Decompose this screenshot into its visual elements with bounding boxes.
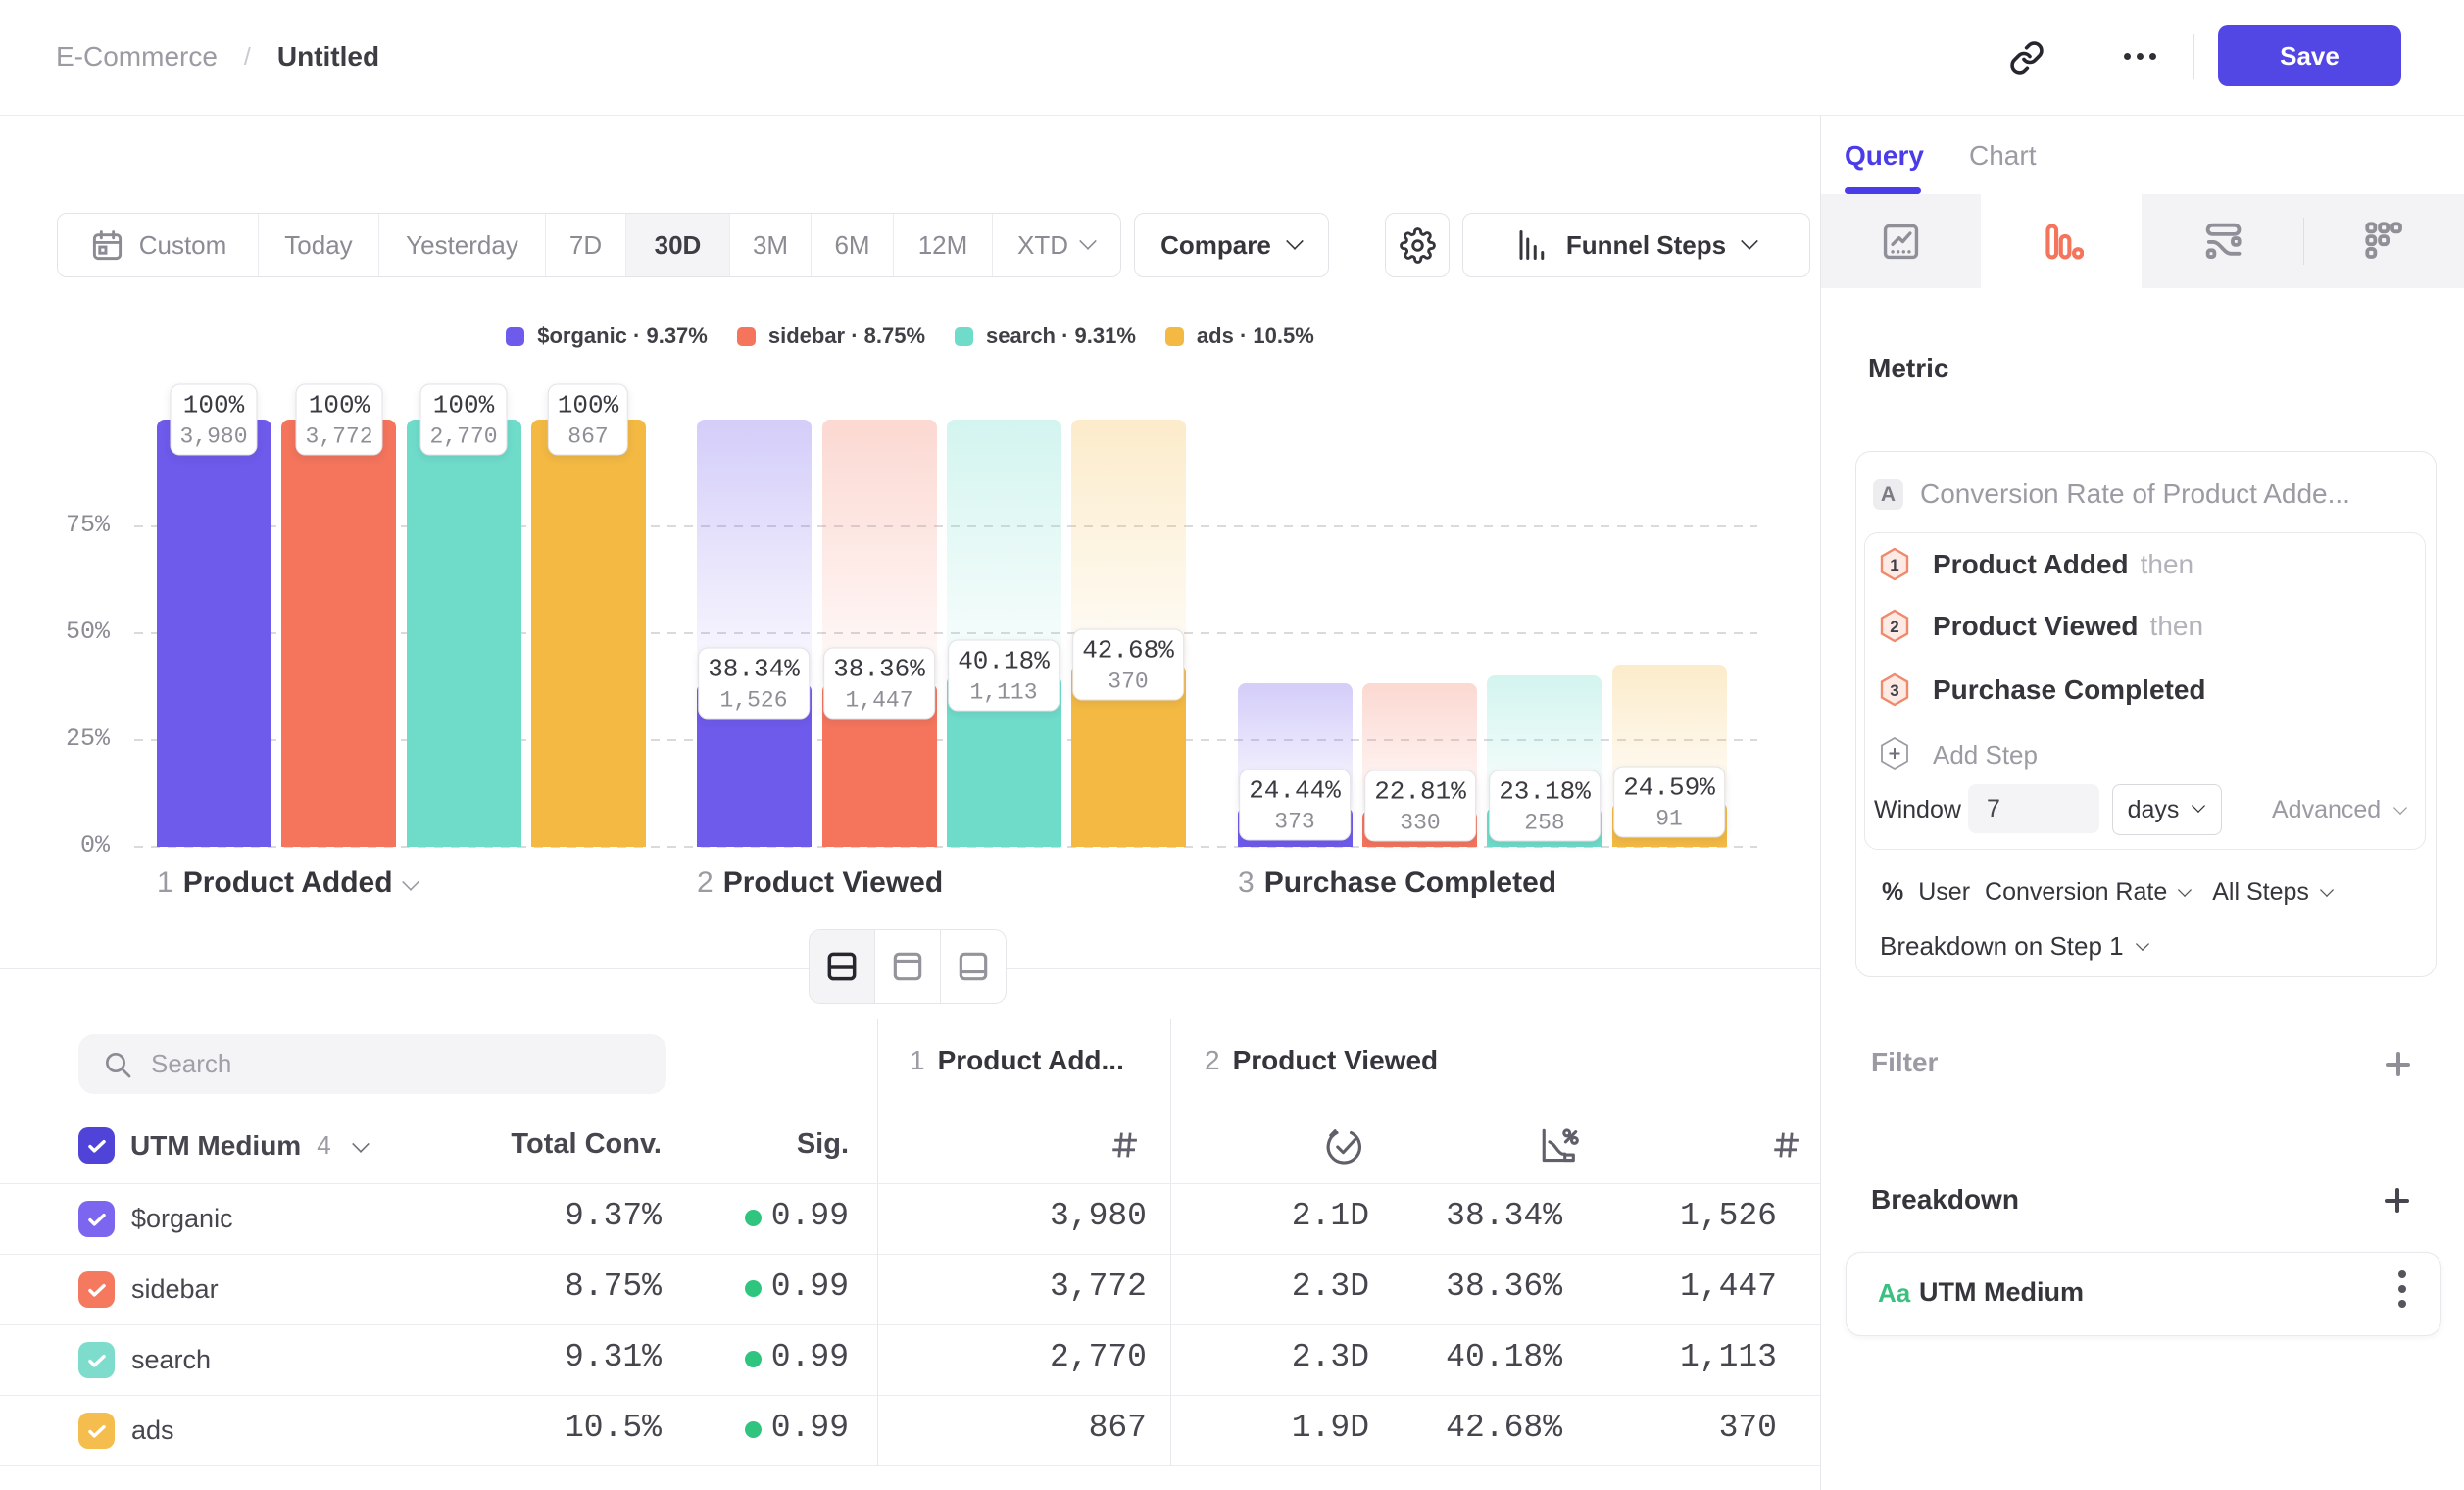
svg-text:1: 1 [1890,556,1898,574]
svg-text:3: 3 [1890,681,1898,700]
svg-text:2: 2 [1890,618,1898,636]
